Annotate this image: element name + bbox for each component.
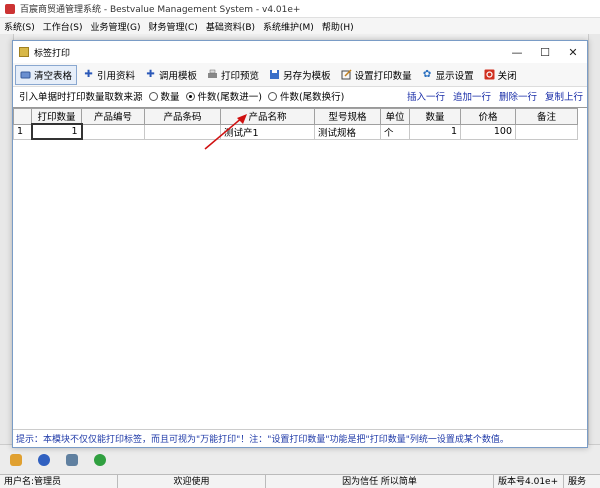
radio-qty-dot (148, 91, 158, 101)
save-template-button[interactable]: 另存为模板 (265, 65, 335, 85)
close-label: 关闭 (497, 70, 517, 82)
save-icon (269, 69, 280, 80)
app-menubar: 系统(S) 工作台(S) 业务管理(G) 财务管理(C) 基础资料(B) 系统维… (0, 18, 600, 34)
cell-code[interactable] (81, 123, 145, 140)
print-preview-label: 打印预览 (221, 70, 260, 82)
set-print-qty-button[interactable]: 设置打印数量 (337, 65, 416, 85)
header-print-qty[interactable]: 打印数量 (31, 108, 82, 125)
menu-system[interactable]: 系统(S) (4, 20, 35, 33)
header-qty[interactable]: 数量 (409, 108, 461, 125)
print-preview-button[interactable]: 打印预览 (203, 65, 263, 85)
cell-qty[interactable]: 1 (409, 123, 461, 140)
data-grid[interactable]: 打印数量 产品编号 产品条码 产品名称 型号规格 单位 数量 价格 备注 1 1 (13, 107, 587, 427)
app-quick-bar (0, 444, 600, 474)
app-title-bar: 百宸商贸通管理系统 - Bestvalue Management System … (0, 0, 600, 18)
header-price[interactable]: 价格 (460, 108, 516, 125)
quick-help-icon[interactable] (38, 453, 50, 466)
append-row-link[interactable]: 追加一行 (453, 89, 491, 103)
maximize-button[interactable]: ☐ (531, 41, 559, 63)
radio-qty[interactable]: 数量 (148, 89, 180, 103)
cell-name[interactable]: 测试产1 (220, 123, 315, 140)
radio-pieces-roundup[interactable]: 件数(尾数进一) (185, 89, 262, 103)
copy-row-link[interactable]: 复制上行 (545, 89, 583, 103)
status-welcome: 欢迎使用 (118, 474, 266, 488)
insert-row-link[interactable]: 插入一行 (407, 89, 445, 103)
delete-row-link[interactable]: 删除一行 (499, 89, 537, 103)
options-row: 引入单据时打印数量取数来源 数量 件数(尾数进一) 件数(尾数换行) 插入一行 … (13, 87, 587, 105)
label-table: 打印数量 产品编号 产品条码 产品名称 型号规格 单位 数量 价格 备注 1 1 (13, 108, 578, 140)
table-row: 1 1 测试产1 测试规格 个 1 100 (13, 123, 578, 140)
toolbar: 清空表格 ✚ 引用资料 ✚ 调用模板 打印预览 另存为模板 设置打印数量 ✿ 显… (13, 63, 587, 87)
clear-table-button[interactable]: 清空表格 (15, 64, 78, 85)
eraser-icon (20, 69, 31, 80)
gear-icon: ✿ (422, 69, 432, 80)
radio-pieces-roundup-dot (185, 91, 195, 101)
app-logo-icon (5, 3, 15, 14)
row-index: 1 (13, 123, 32, 140)
radio-qty-label: 数量 (160, 92, 180, 103)
cell-print-qty[interactable]: 1 (30, 123, 83, 140)
header-name[interactable]: 产品名称 (220, 108, 315, 125)
header-code[interactable]: 产品编号 (81, 108, 145, 125)
load-template-label: 调用模板 (159, 70, 198, 82)
menu-maintenance[interactable]: 系统维护(M) (263, 20, 314, 33)
set-print-qty-label: 设置打印数量 (354, 70, 412, 82)
status-slogan: 因为信任 所以简单 (266, 474, 494, 488)
radio-pieces-newline[interactable]: 件数(尾数换行) (267, 89, 345, 103)
menu-finance[interactable]: 财务管理(C) (149, 20, 198, 33)
cell-remark[interactable] (515, 123, 578, 140)
app-right-panel (588, 34, 600, 444)
table-header-row: 打印数量 产品编号 产品条码 产品名称 型号规格 单位 数量 价格 备注 (13, 108, 578, 125)
header-unit[interactable]: 单位 (380, 108, 410, 125)
plus-icon: ✚ (84, 69, 93, 80)
status-service: 服务 (568, 476, 587, 487)
app-title-text: 百宸商贸通管理系统 - Bestvalue Management System … (20, 5, 301, 15)
menu-business[interactable]: 业务管理(G) (91, 20, 141, 33)
quick-window-icon[interactable] (66, 453, 78, 466)
edit-icon (341, 69, 352, 80)
cell-spec[interactable]: 测试规格 (314, 123, 381, 140)
close-window-button[interactable]: ✕ (559, 41, 587, 63)
qty-source-label: 引入单据时打印数量取数来源 (19, 92, 143, 103)
cell-unit[interactable]: 个 (380, 123, 410, 140)
close-button[interactable]: 关闭 (480, 65, 521, 85)
plus-icon: ✚ (146, 69, 155, 80)
header-remark[interactable]: 备注 (515, 108, 578, 125)
header-spec[interactable]: 型号规格 (314, 108, 381, 125)
printer-icon (207, 69, 218, 80)
label-print-dialog: 标签打印 — ☐ ✕ 清空表格 ✚ 引用资料 ✚ 调用模板 打印预览 另存为模板… (12, 40, 588, 448)
cell-price[interactable]: 100 (460, 123, 516, 140)
minimize-button[interactable]: — (503, 41, 531, 63)
status-user: 用户名:管理员 (0, 474, 118, 488)
dialog-tag-icon (19, 47, 29, 57)
app-statusbar: 用户名:管理员 欢迎使用 因为信任 所以简单 版本号4.01e+ 服务 (0, 474, 600, 488)
radio-pieces-roundup-label: 件数(尾数进一) (197, 92, 262, 103)
radio-pieces-newline-label: 件数(尾数换行) (279, 92, 345, 103)
menu-help[interactable]: 帮助(H) (322, 20, 354, 33)
quick-go-icon[interactable] (94, 453, 106, 466)
row-action-links: 插入一行 追加一行 删除一行 复制上行 (399, 89, 587, 103)
import-data-label: 引用资料 (97, 70, 136, 82)
dialog-title: 标签打印 (34, 48, 71, 59)
menu-workbench[interactable]: 工作台(S) (43, 20, 83, 33)
header-barcode[interactable]: 产品条码 (144, 108, 221, 125)
hint-text: 提示：本模块不仅仅能打印标签，而且可视为"万能打印"！注："设置打印数量"功能是… (13, 429, 587, 447)
dialog-title-bar: 标签打印 — ☐ ✕ (13, 41, 587, 63)
menu-basic-data[interactable]: 基础资料(B) (206, 20, 255, 33)
quick-folder-icon[interactable] (10, 453, 22, 466)
cell-barcode[interactable] (144, 123, 221, 140)
load-template-button[interactable]: ✚ 调用模板 (141, 65, 201, 85)
close-icon (484, 69, 495, 80)
save-template-label: 另存为模板 (283, 70, 331, 82)
display-settings-label: 显示设置 (435, 70, 474, 82)
radio-pieces-newline-dot (267, 91, 277, 101)
status-version: 版本号4.01e+ (494, 474, 564, 488)
import-data-button[interactable]: ✚ 引用资料 (79, 65, 139, 85)
clear-table-label: 清空表格 (34, 70, 73, 82)
display-settings-button[interactable]: ✿ 显示设置 (418, 65, 478, 85)
header-index (13, 108, 32, 125)
